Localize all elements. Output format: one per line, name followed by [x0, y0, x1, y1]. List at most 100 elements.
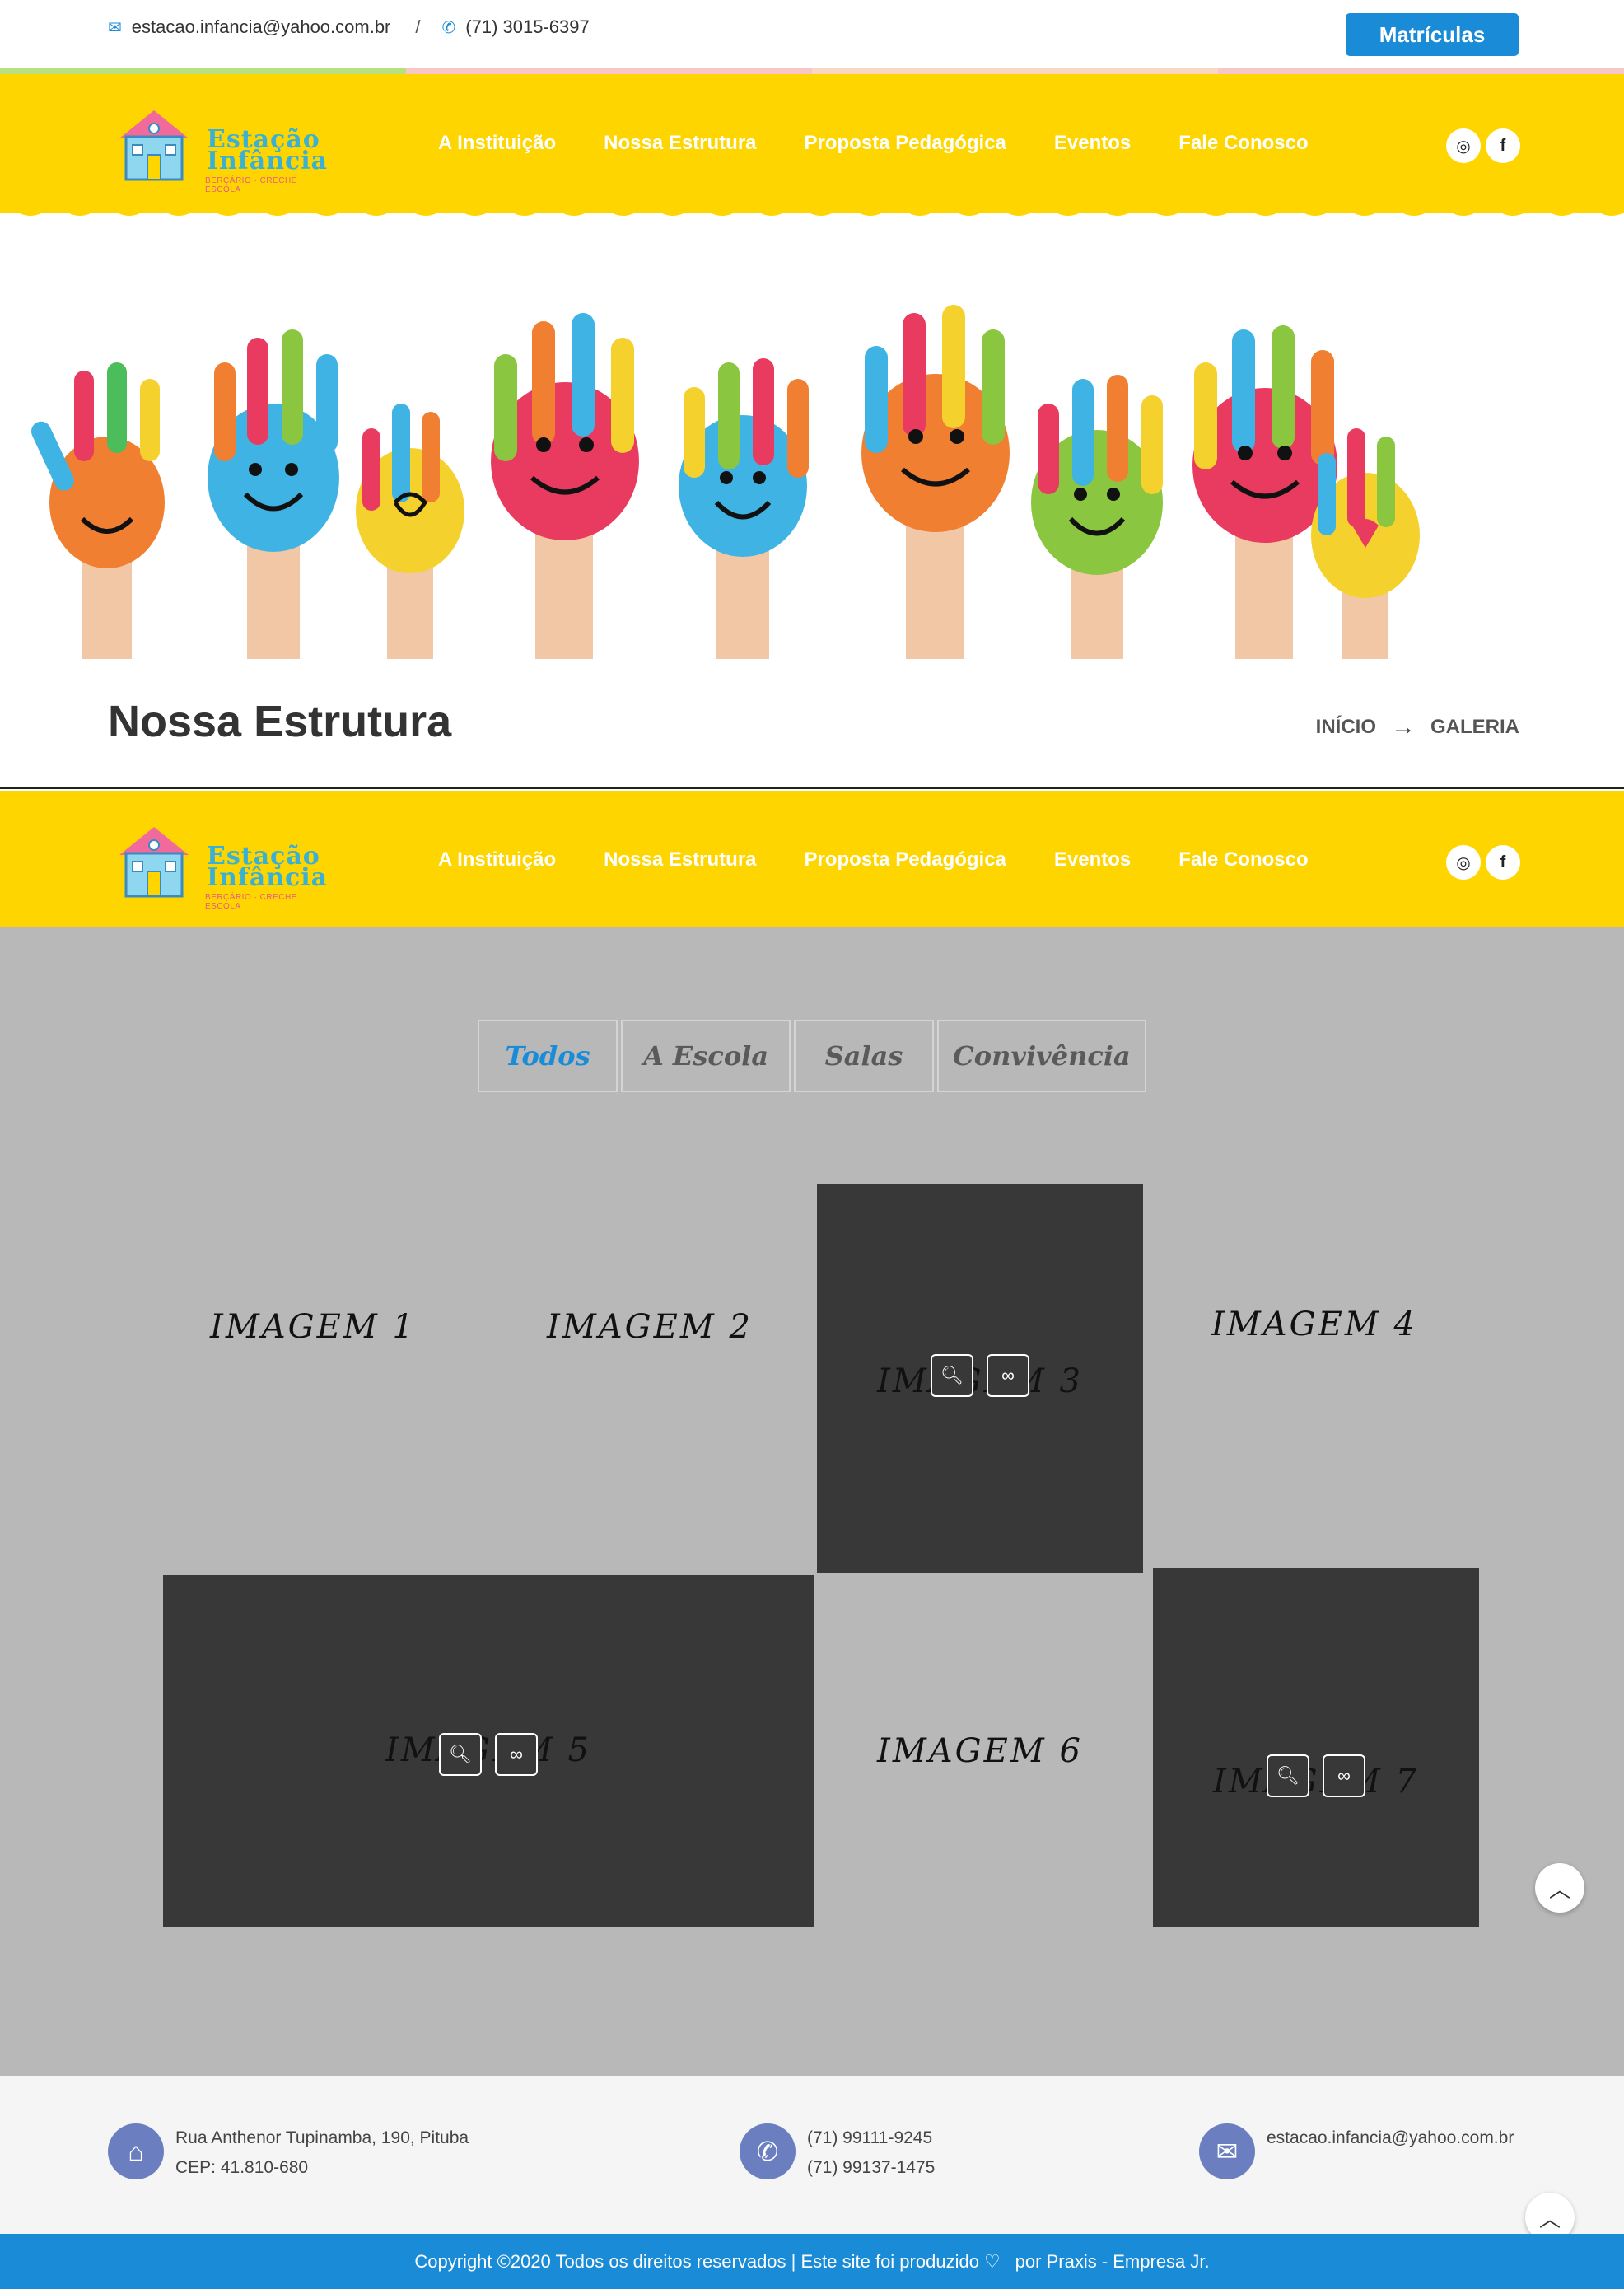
hand-7 — [1031, 375, 1163, 659]
gallery-item-label: IMAGEM 2 — [547, 1308, 753, 1346]
logo[interactable]: Estação Infância BERÇÁRIO · CRECHE · ESC… — [108, 815, 327, 911]
chevron-up-icon: ︿ — [1548, 1876, 1570, 1902]
chevron-up-icon: ︿ — [1538, 2206, 1561, 2231]
credit-text[interactable]: por Praxis - Empresa Jr. — [1015, 2251, 1210, 2273]
footer-phones: ✆ (71) 99111-9245 (71) 99137-1475 — [740, 2123, 935, 2183]
logo[interactable]: Estação Infância BERÇÁRIO · CRECHE · ESC… — [108, 99, 327, 194]
gallery-item-label: IMAGEM 6 — [877, 1732, 1083, 1770]
filter-convivencia[interactable]: Convivência — [937, 1020, 1146, 1092]
filter-todos[interactable]: Todos — [478, 1020, 618, 1092]
search-icon[interactable]: 🔍︎ — [931, 1354, 973, 1397]
copyright-text: Copyright ©2020 Todos os direitos reserv… — [414, 2250, 979, 2272]
top-phone[interactable]: (71) 3015-6397 — [465, 16, 589, 38]
gallery-item-1[interactable]: IMAGEM 1 — [163, 1184, 463, 1469]
facebook-icon[interactable]: f — [1486, 128, 1520, 163]
page-title: Nossa Estrutura — [108, 697, 452, 746]
gallery-item-3[interactable]: IMAGEM 3 🔍︎ ∞ — [817, 1184, 1143, 1573]
home-icon: ⌂ — [108, 2123, 164, 2179]
sticky-header: Estação Infância BERÇÁRIO · CRECHE · ESC… — [0, 791, 1624, 932]
contact-separator: / — [415, 16, 421, 37]
rainbow-strip — [0, 68, 1624, 74]
search-icon[interactable]: 🔍︎ — [439, 1733, 482, 1776]
logo-line2: Infância — [207, 863, 329, 892]
footer: ⌂ Rua Anthenor Tupinamba, 190, Pituba CE… — [0, 2076, 1624, 2242]
gallery-item-7[interactable]: IMAGEM 7 🔍︎ ∞ — [1153, 1568, 1479, 1927]
link-icon[interactable]: ∞ — [987, 1354, 1029, 1397]
painted-hands-image — [30, 305, 1420, 659]
gallery-section: Todos A Escola Salas Convivência IMAGEM … — [0, 927, 1624, 2076]
address-line1: Rua Anthenor Tupinamba, 190, Pituba — [175, 2128, 469, 2147]
breadcrumb-current: GALERIA — [1430, 716, 1519, 738]
nav-fale-conosco[interactable]: Fale Conosco — [1178, 848, 1308, 871]
gallery-item-label: IMAGEM 4 — [1211, 1306, 1417, 1343]
footer-address: ⌂ Rua Anthenor Tupinamba, 190, Pituba CE… — [108, 2123, 469, 2183]
arrow-right-icon: → — [1391, 713, 1416, 740]
hand-1 — [30, 362, 165, 659]
logo-tagline: BERÇÁRIO · CRECHE · ESCOLA — [205, 893, 303, 911]
hand-3 — [356, 404, 464, 659]
hand-8 — [1192, 325, 1337, 659]
footer-email: ✉ estacao.infancia@yahoo.com.br — [1199, 2123, 1514, 2179]
gallery-item-4[interactable]: IMAGEM 4 — [1151, 1184, 1477, 1464]
footer-phone-2[interactable]: (71) 99137-1475 — [807, 2153, 935, 2183]
heart-icon: ♡ — [983, 2250, 1001, 2272]
gallery-filters: Todos A Escola Salas Convivência — [478, 1020, 1150, 1092]
breadcrumb-home[interactable]: INÍCIO — [1316, 716, 1376, 739]
matriculas-button[interactable]: Matrículas — [1346, 13, 1519, 56]
gallery-item-2[interactable]: IMAGEM 2 — [491, 1184, 809, 1469]
envelope-icon: ✉ — [108, 18, 122, 37]
footer-phone-1[interactable]: (71) 99111-9245 — [807, 2123, 935, 2153]
gallery-item-5[interactable]: IMAGEM 5 🔍︎ ∞ — [163, 1575, 814, 1927]
search-icon[interactable]: 🔍︎ — [1267, 1754, 1309, 1797]
nav-eventos[interactable]: Eventos — [1054, 848, 1131, 871]
phone-icon: ✆ — [441, 18, 456, 37]
footer-email-link[interactable]: estacao.infancia@yahoo.com.br — [1267, 2123, 1514, 2153]
copyright-bar: Copyright ©2020 Todos os direitos reserv… — [0, 2234, 1624, 2289]
social-links: ◎ f — [1446, 128, 1520, 163]
nav-fale-conosco[interactable]: Fale Conosco — [1178, 132, 1308, 155]
page-title-bar: Nossa Estrutura INÍCIO → GALERIA — [0, 659, 1624, 789]
link-icon[interactable]: ∞ — [1323, 1754, 1365, 1797]
hand-4 — [491, 313, 639, 659]
header-wave — [0, 206, 1624, 216]
nav-nossa-estrutura[interactable]: Nossa Estrutura — [604, 848, 756, 871]
main-header: Estação Infância BERÇÁRIO · CRECHE · ESC… — [0, 74, 1624, 216]
school-house-icon — [119, 110, 189, 181]
main-nav: A Instituição Nossa Estrutura Proposta P… — [438, 74, 1309, 213]
nav-instituicao[interactable]: A Instituição — [438, 848, 556, 871]
hero-banner — [0, 280, 1624, 659]
hand-5 — [679, 358, 809, 659]
top-bar: ✉ estacao.infancia@yahoo.com.br / ✆ (71)… — [0, 0, 1624, 71]
filter-salas[interactable]: Salas — [794, 1020, 934, 1092]
nav-proposta-pedagogica[interactable]: Proposta Pedagógica — [805, 132, 1006, 155]
nav-instituicao[interactable]: A Instituição — [438, 132, 556, 155]
logo-line2: Infância — [207, 147, 329, 175]
gallery-item-label: IMAGEM 1 — [210, 1308, 416, 1346]
breadcrumb: INÍCIO → GALERIA — [1316, 713, 1519, 741]
social-links: ◎ f — [1446, 845, 1520, 880]
facebook-icon[interactable]: f — [1486, 845, 1520, 880]
hand-9 — [1311, 428, 1420, 659]
gallery-item-6[interactable]: IMAGEM 6 — [817, 1575, 1143, 1927]
top-email[interactable]: estacao.infancia@yahoo.com.br — [132, 16, 391, 38]
filter-a-escola[interactable]: A Escola — [621, 1020, 791, 1092]
nav-proposta-pedagogica[interactable]: Proposta Pedagógica — [805, 848, 1006, 871]
link-icon[interactable]: ∞ — [495, 1733, 538, 1776]
phone-icon: ✆ — [740, 2123, 796, 2179]
hand-6 — [861, 305, 1010, 659]
gallery-item-actions: 🔍︎ ∞ — [931, 1354, 1029, 1397]
school-house-icon — [119, 827, 189, 898]
logo-tagline: BERÇÁRIO · CRECHE · ESCOLA — [205, 176, 303, 194]
gallery-item-actions: 🔍︎ ∞ — [439, 1733, 538, 1776]
top-contact: ✉ estacao.infancia@yahoo.com.br / ✆ (71)… — [108, 16, 590, 38]
nav-eventos[interactable]: Eventos — [1054, 132, 1131, 155]
instagram-icon[interactable]: ◎ — [1446, 128, 1481, 163]
envelope-icon: ✉ — [1199, 2123, 1255, 2179]
gallery-item-actions: 🔍︎ ∞ — [1267, 1754, 1365, 1797]
instagram-icon[interactable]: ◎ — [1446, 845, 1481, 880]
scroll-to-top-button[interactable]: ︿ — [1535, 1863, 1584, 1913]
address-line2: CEP: 41.810-680 — [175, 2158, 309, 2177]
nav-nossa-estrutura[interactable]: Nossa Estrutura — [604, 132, 756, 155]
sticky-nav: A Instituição Nossa Estrutura Proposta P… — [438, 791, 1309, 929]
hand-2 — [208, 329, 339, 659]
